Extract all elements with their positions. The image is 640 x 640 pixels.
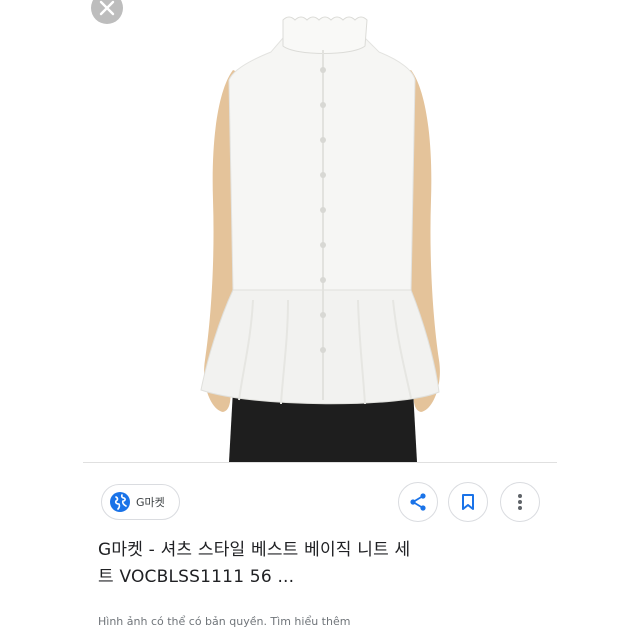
- share-icon: [410, 493, 426, 511]
- result-title[interactable]: G마켓 - 셔츠 스타일 베스트 베이직 니트 세 트 VOCBLSS1111 …: [98, 537, 548, 591]
- save-button[interactable]: [448, 482, 488, 522]
- globe-icon: [110, 492, 130, 512]
- product-image[interactable]: [83, 0, 557, 463]
- copyright-notice[interactable]: Hình ảnh có thể có bản quyền. Tìm hiểu t…: [98, 615, 350, 628]
- bookmark-icon: [462, 494, 474, 510]
- share-button[interactable]: [398, 482, 438, 522]
- close-icon: [91, 0, 123, 24]
- product-photo: [200, 16, 440, 462]
- result-title-line2: 트 VOCBLSS1111 56 ...: [98, 567, 295, 587]
- more-options-button[interactable]: [500, 482, 540, 522]
- more-vert-icon: [518, 494, 522, 510]
- source-name: G마켓: [136, 496, 165, 509]
- source-chip[interactable]: G마켓: [101, 484, 180, 520]
- close-button[interactable]: [90, 0, 124, 24]
- result-title-line1: G마켓 - 셔츠 스타일 베스트 베이직 니트 세: [98, 540, 411, 560]
